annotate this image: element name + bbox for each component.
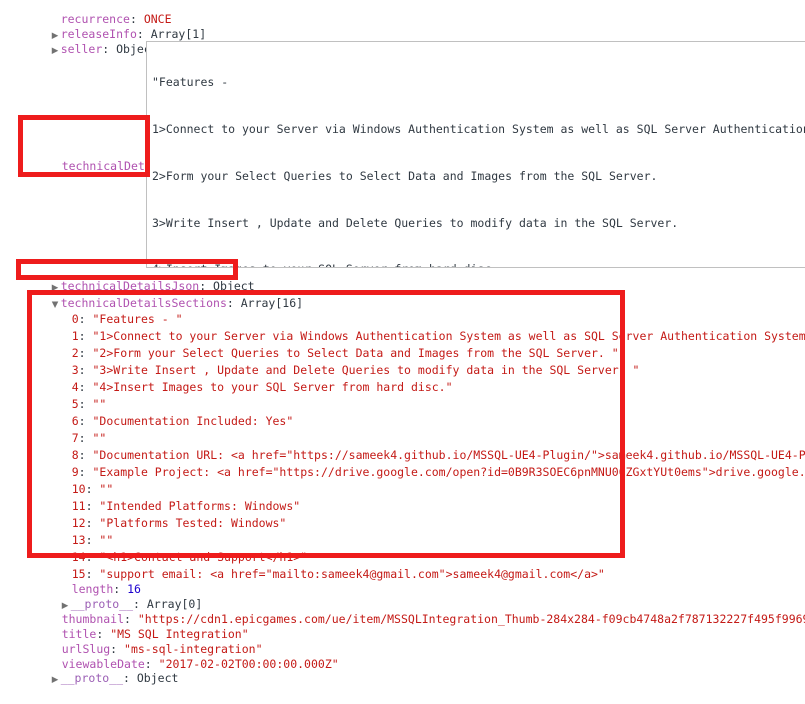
- key-separator: :: [102, 42, 116, 56]
- array-item-row[interactable]: 2: "2>Form your Select Queries to Select…: [44, 330, 619, 346]
- chevron-right-icon[interactable]: ▶: [52, 673, 61, 689]
- key-separator: :: [227, 296, 241, 310]
- string-line: "Features -: [152, 75, 805, 91]
- array-length-row: length: 16: [44, 566, 141, 582]
- array-item-value: "support email: <a href="mailto:sameek4@…: [99, 567, 604, 581]
- technical-details-string-box[interactable]: "Features - 1>Connect to your Server via…: [146, 41, 805, 268]
- property-key: __proto__: [61, 671, 123, 685]
- array-item-row[interactable]: 4: "4>Insert Images to your SQL Server f…: [44, 364, 453, 380]
- tree-row-thumbnail[interactable]: thumbnail: "https://cdn1.epicgames.com/u…: [34, 596, 805, 612]
- tree-row-seller[interactable]: ▶seller: Object: [24, 26, 158, 42]
- array-item-row[interactable]: 7: "": [44, 415, 106, 431]
- string-line: 1>Connect to your Server via Windows Aut…: [152, 122, 805, 138]
- string-line: 2>Form your Select Queries to Select Dat…: [152, 169, 805, 185]
- property-value: "2017-02-02T00:00:00.000Z": [159, 657, 339, 671]
- property-value: Array[16]: [241, 296, 303, 310]
- tree-row-releaseInfo[interactable]: ▶releaseInfo: Array[1]: [24, 11, 206, 27]
- array-item-row[interactable]: 10: "": [44, 466, 113, 482]
- array-item-value: "Example Project: <a href="https://drive…: [93, 465, 805, 479]
- tree-row-urlSlug[interactable]: urlSlug: "ms-sql-integration": [34, 626, 263, 642]
- devtools-object-inspector: ▶recurrence: ONCE ▶releaseInfo: Array[1]…: [0, 0, 805, 656]
- array-item-value: "Documentation Included: Yes": [93, 414, 294, 428]
- array-item-row[interactable]: 15: "support email: <a href="mailto:same…: [44, 551, 605, 567]
- tree-row-title[interactable]: title: "MS SQL Integration": [34, 611, 249, 627]
- array-item-row[interactable]: 3: "3>Write Insert , Update and Delete Q…: [44, 347, 639, 363]
- array-item-row[interactable]: 14: "<h1>Contact and Support</h1>": [44, 534, 307, 550]
- array-item-row[interactable]: 8: "Documentation URL: <a href="https://…: [44, 432, 805, 448]
- tree-row-technicalDetailsSections[interactable]: ▼technicalDetailsSections: Array[16]: [24, 280, 303, 296]
- property-key: seller: [61, 42, 103, 56]
- array-item-row[interactable]: 5: "": [44, 381, 106, 397]
- array-item-row[interactable]: 6: "Documentation Included: Yes": [44, 398, 293, 414]
- property-value: Object: [137, 671, 179, 685]
- tree-row-recurrence[interactable]: ▶recurrence: ONCE: [24, 0, 172, 12]
- string-line: 3>Write Insert , Update and Delete Queri…: [152, 216, 805, 232]
- tree-row-proto-object[interactable]: ▶__proto__: Object: [24, 655, 178, 671]
- property-value: Array[1]: [151, 27, 206, 41]
- tree-row-technicalDetailsJson[interactable]: ▶technicalDetailsJson: Object: [24, 263, 255, 279]
- tree-row-proto-array[interactable]: ▶__proto__: Array[0]: [34, 581, 202, 597]
- array-item-row[interactable]: 1: "1>Connect to your Server via Windows…: [44, 313, 805, 329]
- array-item-row[interactable]: 11: "Intended Platforms: Windows": [44, 483, 300, 499]
- array-item-row[interactable]: 12: "Platforms Tested: Windows": [44, 500, 286, 516]
- chevron-right-icon[interactable]: ▶: [52, 44, 61, 60]
- array-item-row[interactable]: 9: "Example Project: <a href="https://dr…: [44, 449, 805, 465]
- key-separator: :: [123, 671, 137, 685]
- array-item-row[interactable]: 13: "": [44, 517, 113, 533]
- technical-details-string-content: "Features - 1>Connect to your Server via…: [152, 44, 805, 268]
- array-item-row[interactable]: 0: "Features - ": [44, 296, 183, 312]
- array-item-value: "Platforms Tested: Windows": [99, 516, 286, 530]
- array-item-value: "4>Insert Images to your SQL Server from…: [93, 380, 453, 394]
